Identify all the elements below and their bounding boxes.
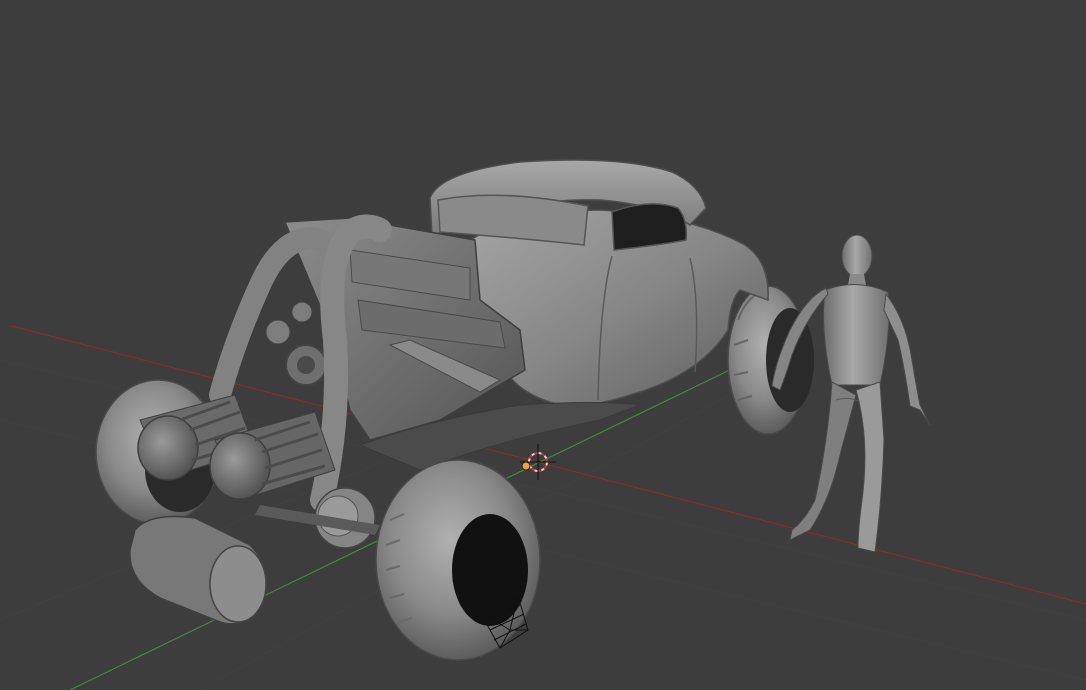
hot-rod-car[interactable] bbox=[95, 159, 814, 661]
fuel-tank[interactable] bbox=[129, 515, 268, 625]
viewport-canvas[interactable] bbox=[0, 0, 1086, 690]
3d-viewport[interactable] bbox=[0, 0, 1086, 690]
rear-right-tire[interactable] bbox=[727, 285, 814, 435]
object-origin[interactable] bbox=[521, 461, 531, 471]
